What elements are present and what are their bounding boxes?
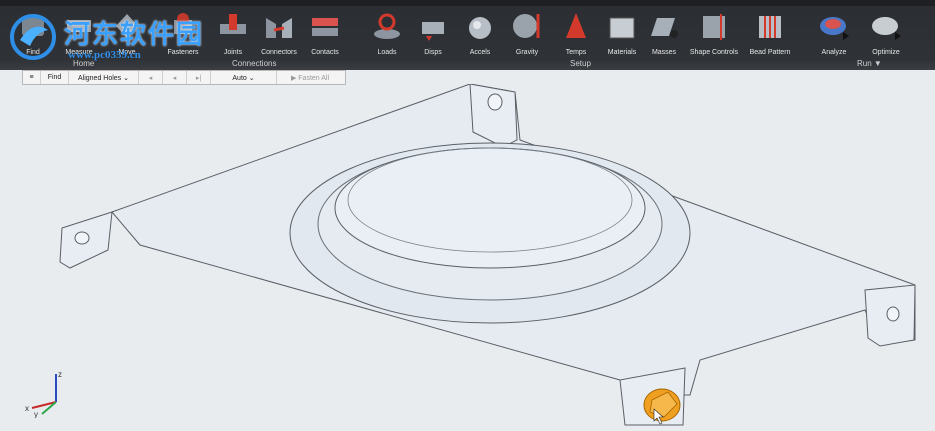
previous-button[interactable]: ◂ — [139, 71, 163, 84]
temps-icon — [566, 13, 586, 38]
title-strip — [0, 0, 935, 6]
ribbon-toolbar: Find Measure Move Fasteners Joints Conne… — [0, 0, 935, 70]
find-button[interactable]: Find — [41, 71, 69, 84]
optimize-tool-button[interactable]: Optimize — [857, 10, 915, 56]
auto-dropdown[interactable]: Auto ⌄ — [211, 71, 277, 84]
shape-controls-icon — [703, 14, 725, 40]
fastener-options-toolbar: ≡ Find Aligned Holes ⌄ ◂ ◂ ▸| Auto ⌄ ▶ F… — [22, 70, 346, 85]
model-viewport[interactable] — [0, 84, 935, 431]
axis-label-y: y — [34, 410, 38, 418]
axis-label-x: x — [25, 404, 29, 413]
group-label-connections: Connections — [232, 59, 277, 68]
loads-icon — [374, 13, 400, 39]
watermark-logo-icon — [10, 14, 56, 60]
contacts-tool-label: Contacts — [311, 49, 339, 56]
fasten-all-button[interactable]: ▶ Fasten All — [277, 71, 343, 84]
joints-icon — [220, 14, 246, 34]
gravity-icon — [513, 14, 540, 38]
watermark-title: 河东软件园 — [64, 20, 205, 49]
analyze-tool-button[interactable]: Analyze — [805, 10, 863, 56]
analyze-tool-label: Analyze — [821, 49, 847, 56]
connectors-icon — [266, 18, 292, 38]
contacts-icon — [312, 18, 338, 36]
left-hole — [74, 231, 90, 245]
analyze-icon — [820, 17, 849, 40]
bead-pattern-tool-button[interactable]: Bead Pattern — [741, 10, 799, 56]
aligned-holes-dropdown[interactable]: Aligned Holes ⌄ — [69, 71, 139, 84]
axis-label-z: z — [58, 370, 62, 379]
bead-pattern-tool-label: Bead Pattern — [749, 49, 791, 56]
back-button[interactable]: ◂ — [163, 71, 187, 84]
materials-icon — [609, 17, 635, 39]
contacts-tool-button[interactable]: Contacts — [296, 10, 354, 56]
boss-top-face — [334, 147, 646, 269]
disps-icon — [422, 22, 444, 41]
skip-button[interactable]: ▸| — [187, 71, 211, 84]
optimize-icon — [872, 17, 901, 40]
axis-triad: z x y — [25, 370, 62, 418]
bead-pattern-icon — [759, 16, 781, 38]
right-hole — [886, 306, 900, 322]
shape-controls-tool-label: Shape Controls — [689, 49, 739, 56]
top-hole — [487, 93, 503, 111]
watermark-url: www.pc0359.cn — [68, 49, 141, 61]
toolbar-menu-button[interactable]: ≡ — [23, 71, 41, 84]
accels-icon — [469, 17, 491, 39]
shape-controls-tool-button[interactable]: Shape Controls — [685, 10, 743, 56]
optimize-tool-label: Optimize — [872, 49, 900, 56]
group-label-setup: Setup — [570, 59, 591, 68]
group-label-run[interactable]: Run ▼ — [857, 59, 882, 68]
masses-icon — [651, 18, 678, 38]
